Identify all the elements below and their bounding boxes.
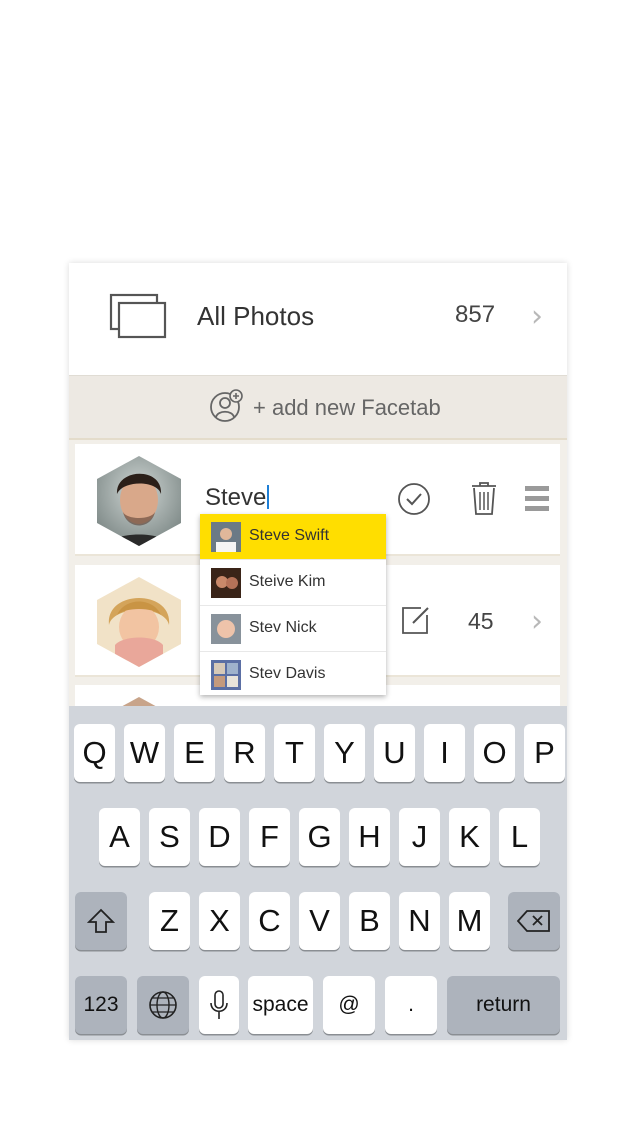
contact-thumbnail [211, 522, 241, 552]
suggestion-item[interactable]: Steive Kim [200, 560, 386, 606]
contact-thumbnail [211, 660, 241, 690]
all-photos-row[interactable]: All Photos 857 › [69, 263, 567, 375]
facetab-photo-count: 45 [468, 608, 494, 634]
avatar [97, 577, 181, 667]
avatar [97, 456, 181, 546]
suggestion-item[interactable]: Steve Swift [200, 514, 386, 560]
key-a[interactable]: A [99, 808, 140, 866]
key-m[interactable]: M [449, 892, 490, 950]
reorder-handle-icon[interactable] [525, 486, 549, 512]
key-o[interactable]: O [474, 724, 515, 782]
shift-key[interactable] [75, 892, 127, 950]
backspace-icon [516, 910, 550, 932]
delete-key[interactable] [508, 892, 560, 950]
key-k[interactable]: K [449, 808, 490, 866]
chevron-right-icon: › [531, 604, 543, 639]
chevron-right-icon: › [531, 299, 543, 334]
key-b[interactable]: B [349, 892, 390, 950]
key-l[interactable]: L [499, 808, 540, 866]
microphone-icon [210, 990, 228, 1019]
key-c[interactable]: C [249, 892, 290, 950]
suggestion-name: Stev Nick [249, 619, 317, 636]
key-n[interactable]: N [399, 892, 440, 950]
confirm-check-icon[interactable] [397, 482, 431, 516]
add-facetab-button[interactable]: + add new Facetab [69, 375, 567, 440]
return-key[interactable]: return [447, 976, 560, 1034]
globe-key[interactable] [137, 976, 189, 1034]
text-caret [267, 485, 270, 509]
shift-arrow-icon [86, 908, 116, 933]
suggestion-name: Steive Kim [249, 573, 326, 590]
key-p[interactable]: P [524, 724, 565, 782]
trash-icon[interactable] [470, 480, 498, 516]
all-photos-label: All Photos [197, 301, 315, 331]
space-key[interactable]: space [248, 976, 313, 1034]
key-d[interactable]: D [199, 808, 240, 866]
key-f[interactable]: F [249, 808, 290, 866]
all-photos-count: 857 [455, 301, 496, 328]
contact-thumbnail [211, 568, 241, 598]
facetab-name-input[interactable]: Steve [205, 484, 385, 512]
suggestion-item[interactable]: Stev Davis [200, 652, 386, 697]
key-z[interactable]: Z [149, 892, 190, 950]
key-x[interactable]: X [199, 892, 240, 950]
key-q[interactable]: Q [74, 724, 115, 782]
key-s[interactable]: S [149, 808, 190, 866]
key-i[interactable]: I [424, 724, 465, 782]
key-g[interactable]: G [299, 808, 340, 866]
contact-thumbnail [211, 614, 241, 644]
key-w[interactable]: W [124, 724, 165, 782]
edit-icon[interactable] [401, 605, 431, 635]
suggestion-name: Steve Swift [249, 527, 330, 544]
key-y[interactable]: Y [324, 724, 365, 782]
keyboard: QWERTYUIOP ASDFGHJKL ZXCVBNM 123 space @… [69, 706, 567, 1040]
suggestion-name: Stev Davis [249, 665, 326, 682]
add-facetab-label: + add new Facetab [253, 395, 441, 420]
key-h[interactable]: H [349, 808, 390, 866]
key-e[interactable]: E [174, 724, 215, 782]
globe-icon [149, 991, 177, 1019]
add-person-icon [210, 389, 243, 422]
key-r[interactable]: R [224, 724, 265, 782]
numbers-key[interactable]: 123 [75, 976, 127, 1034]
name-suggestions: Steve Swift Steive Kim Stev Nick Stev Da… [200, 514, 386, 695]
photos-stack-icon [109, 293, 167, 339]
key-t[interactable]: T [274, 724, 315, 782]
at-key[interactable]: @ [323, 976, 375, 1034]
dictation-key[interactable] [199, 976, 239, 1034]
period-key[interactable]: . [385, 976, 437, 1034]
key-v[interactable]: V [299, 892, 340, 950]
key-u[interactable]: U [374, 724, 415, 782]
key-j[interactable]: J [399, 808, 440, 866]
suggestion-item[interactable]: Stev Nick [200, 606, 386, 652]
